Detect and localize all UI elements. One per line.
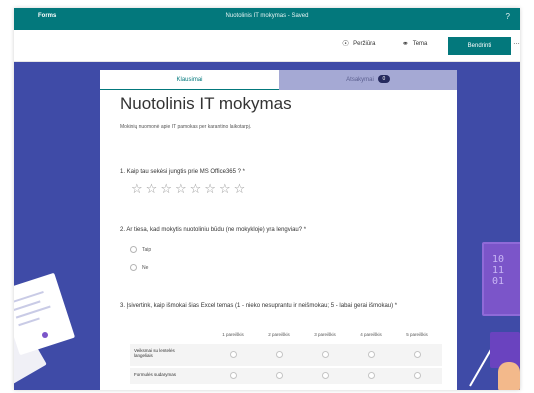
tab-answers[interactable]: Atsakymai 0 bbox=[279, 70, 457, 90]
theme-label: Tema bbox=[412, 41, 428, 47]
preview-label: Peržiūra bbox=[353, 41, 376, 47]
share-button[interactable]: Bendrinti bbox=[448, 37, 511, 55]
star-icon[interactable]: ☆ bbox=[204, 182, 216, 195]
tab-answers-label: Atsakymai bbox=[346, 77, 374, 83]
star-icon[interactable]: ☆ bbox=[146, 182, 158, 195]
theme-button[interactable]: ⚭ Tema bbox=[402, 40, 427, 48]
radio-button[interactable] bbox=[368, 351, 375, 358]
star-rating: ☆ ☆ ☆ ☆ ☆ ☆ ☆ ☆ bbox=[131, 182, 245, 195]
likert-column-3: 3 pareiškis bbox=[314, 332, 336, 337]
likert-column-2: 2 pareiškis bbox=[268, 332, 290, 337]
radio-button[interactable] bbox=[276, 351, 283, 358]
palette-icon: ⚭ bbox=[402, 39, 409, 48]
radio-button[interactable] bbox=[276, 372, 283, 379]
radio-button[interactable] bbox=[368, 372, 375, 379]
star-icon[interactable]: ☆ bbox=[190, 182, 202, 195]
likert-column-1: 1 pareiškis bbox=[222, 332, 244, 337]
radio-button[interactable] bbox=[414, 372, 421, 379]
form-description[interactable]: Mokinių nuomonė apie IT pamokas per kara… bbox=[120, 124, 251, 130]
form-tabs: Klausimai Atsakymai 0 bbox=[100, 70, 457, 90]
radio-button[interactable] bbox=[130, 264, 137, 271]
tab-questions[interactable]: Klausimai bbox=[100, 70, 279, 90]
question-1-title[interactable]: 1. Kaip tau sekėsi jungtis prie MS Offic… bbox=[120, 169, 245, 175]
star-icon[interactable]: ☆ bbox=[160, 182, 172, 195]
likert-row: Formulės sudarymas bbox=[130, 368, 442, 384]
option-no[interactable]: Ne bbox=[130, 264, 148, 271]
binary-code-text: 10 11 01 bbox=[492, 254, 505, 287]
likert-row-label: Veiksmai su lentelės langeliais bbox=[134, 348, 175, 358]
likert-column-4: 4 pareiškis bbox=[360, 332, 382, 337]
star-icon[interactable]: ☆ bbox=[175, 182, 187, 195]
decorative-dot bbox=[42, 332, 48, 338]
star-icon[interactable]: ☆ bbox=[131, 182, 143, 195]
toolbar: ☉ Peržiūra ⚭ Tema Bendrinti … bbox=[14, 30, 520, 62]
radio-button[interactable] bbox=[130, 246, 137, 253]
likert-row: Veiksmai su lentelės langeliais bbox=[130, 344, 442, 366]
radio-button[interactable] bbox=[230, 372, 237, 379]
likert-row-label: Formulės sudarymas bbox=[134, 372, 177, 377]
radio-button[interactable] bbox=[322, 351, 329, 358]
decorative-monitor: 10 11 01 bbox=[482, 242, 520, 316]
tab-questions-label: Klausimai bbox=[176, 77, 203, 83]
forms-window: Forms Nuotolinis IT mokymas - Saved ? ☉ … bbox=[14, 8, 520, 390]
radio-button[interactable] bbox=[230, 351, 237, 358]
option-yes-label: Taip bbox=[142, 246, 152, 253]
eye-icon: ☉ bbox=[342, 39, 350, 48]
form-title[interactable]: Nuotolinis IT mokymas bbox=[120, 94, 292, 114]
option-no-label: Ne bbox=[142, 264, 149, 271]
option-yes[interactable]: Taip bbox=[130, 246, 151, 253]
question-3-title[interactable]: 3. Įsivertink, kaip išmokai šias Excel t… bbox=[120, 302, 440, 310]
star-icon[interactable]: ☆ bbox=[219, 182, 231, 195]
form-canvas: 10 11 01 Klausimai Atsakymai 0 Nuotolinis… bbox=[14, 62, 520, 390]
form-card: Klausimai Atsakymai 0 Nuotolinis IT mokym… bbox=[100, 70, 457, 390]
app-bar: Forms Nuotolinis IT mokymas - Saved ? bbox=[14, 8, 520, 30]
document-title: Nuotolinis IT mokymas - Saved bbox=[225, 13, 309, 19]
preview-button[interactable]: ☉ Peržiūra bbox=[342, 40, 376, 48]
question-2-title[interactable]: 2. Ar tiesa, kad mokytis nuotoliniu būdu… bbox=[120, 227, 306, 233]
radio-button[interactable] bbox=[414, 351, 421, 358]
star-icon[interactable]: ☆ bbox=[234, 182, 246, 195]
likert-column-5: 5 pareiškis bbox=[406, 332, 428, 337]
more-options-icon[interactable]: … bbox=[513, 39, 520, 46]
answers-count-badge: 0 bbox=[377, 75, 390, 84]
help-icon[interactable]: ? bbox=[506, 12, 510, 21]
radio-button[interactable] bbox=[322, 372, 329, 379]
decorative-hand bbox=[498, 362, 520, 390]
decorative-paper bbox=[14, 272, 76, 356]
